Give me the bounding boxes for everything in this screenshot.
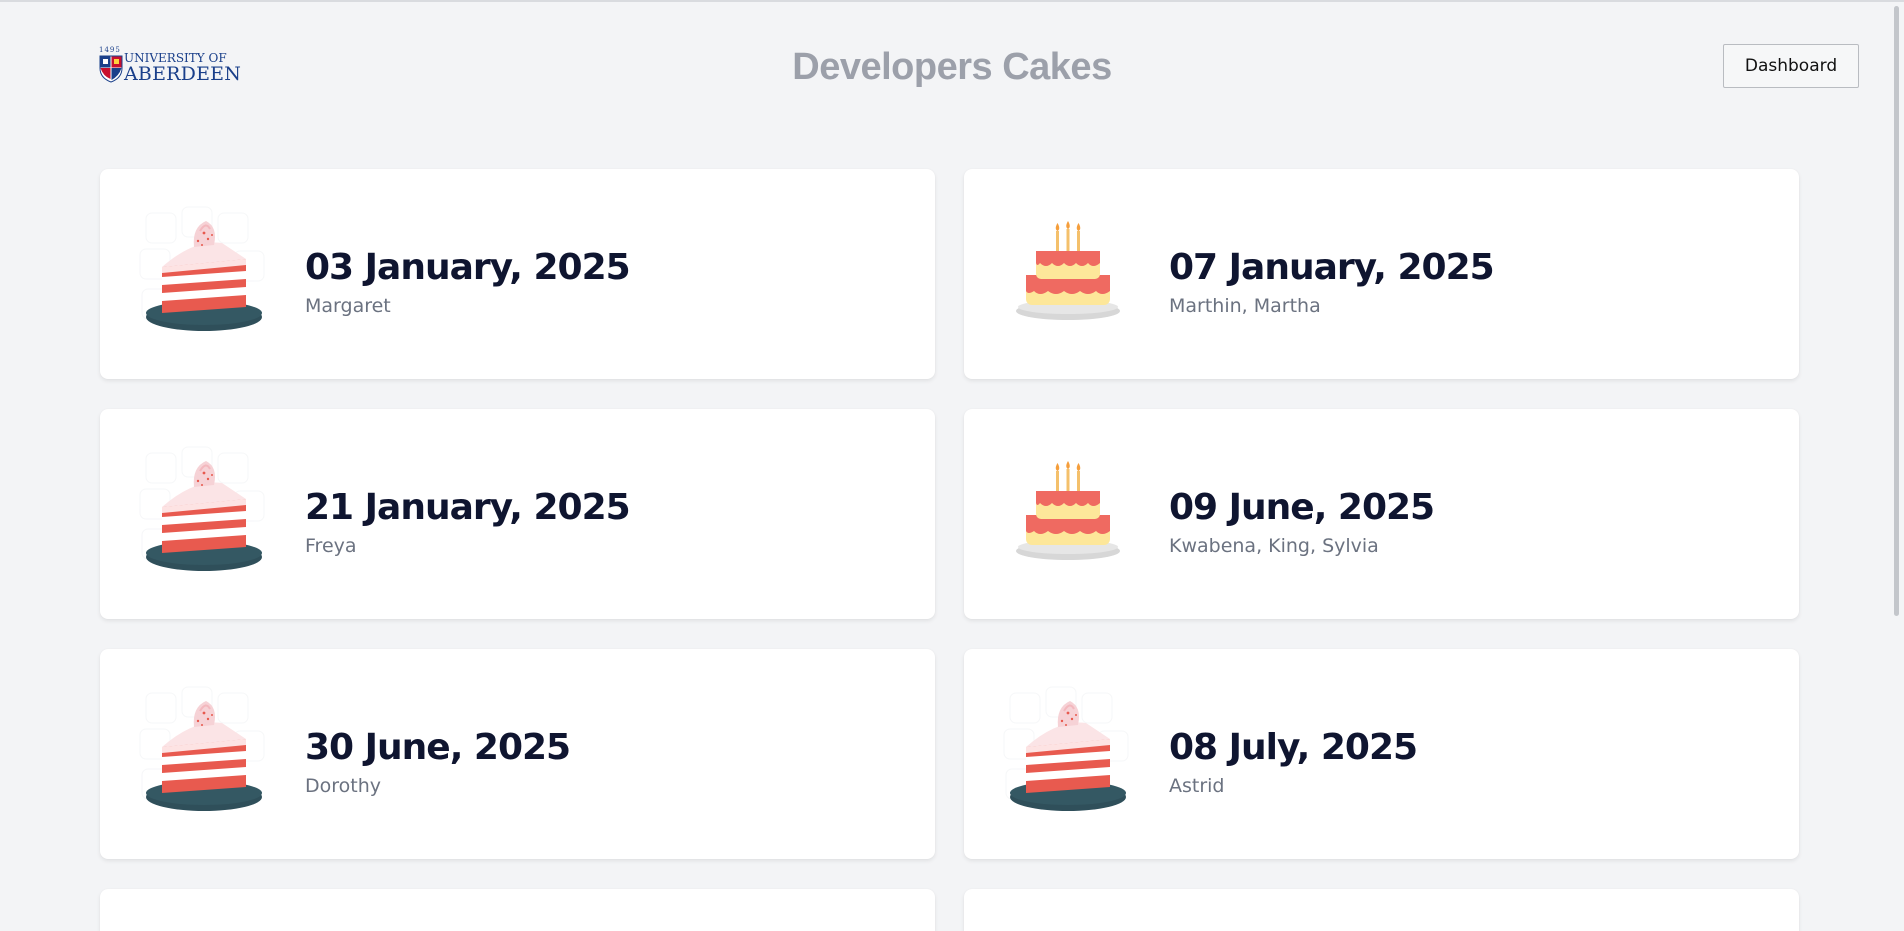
card-names: Astrid [1169,775,1225,797]
card-names: Kwabena, King, Sylvia [1169,535,1379,557]
cake-card[interactable]: 30 June, 2025 Dorothy [100,649,935,859]
card-names: Dorothy [305,775,382,797]
cake-slice-icon [134,199,274,349]
birthday-cake-icon [998,199,1138,349]
cake-card[interactable]: 07 January, 2025 Marthin, Martha [964,169,1799,379]
card-names: Margaret [305,295,391,317]
cake-slice-icon [134,439,274,589]
cake-card[interactable]: 21 January, 2025 Freya [100,409,935,619]
cake-card-partial[interactable] [964,889,1799,931]
vertical-scrollbar[interactable] [1890,2,1904,931]
cake-card-partial[interactable] [100,889,935,931]
cake-slice-icon [134,679,274,829]
card-date: 21 January, 2025 [305,487,631,528]
card-date: 07 January, 2025 [1169,247,1495,288]
dashboard-button[interactable]: Dashboard [1723,44,1859,88]
cake-slice-icon [998,679,1138,829]
card-date: 03 January, 2025 [305,247,631,288]
birthday-cake-icon [998,439,1138,589]
page: 1495 UNIVERSITY OF ABERDEEN Developers C… [0,0,1904,931]
cake-card[interactable]: 09 June, 2025 Kwabena, King, Sylvia [964,409,1799,619]
scrollbar-thumb[interactable] [1894,6,1899,616]
card-date: 30 June, 2025 [305,727,571,768]
card-date: 09 June, 2025 [1169,487,1435,528]
card-date: 08 July, 2025 [1169,727,1418,768]
page-title: Developers Cakes [792,46,1112,88]
card-names: Freya [305,535,357,557]
cake-card[interactable]: 08 July, 2025 Astrid [964,649,1799,859]
cake-card[interactable]: 03 January, 2025 Margaret [100,169,935,379]
cake-card-grid: 03 January, 2025 Margaret 07 January, 202… [100,169,1799,931]
card-names: Marthin, Martha [1169,295,1321,317]
